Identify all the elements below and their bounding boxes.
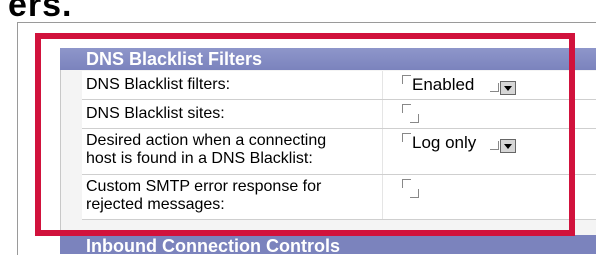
next-section-header: Inbound Connection Controls [60,235,596,254]
next-section-title: Inbound Connection Controls [86,236,340,254]
highlight-box [35,33,575,236]
